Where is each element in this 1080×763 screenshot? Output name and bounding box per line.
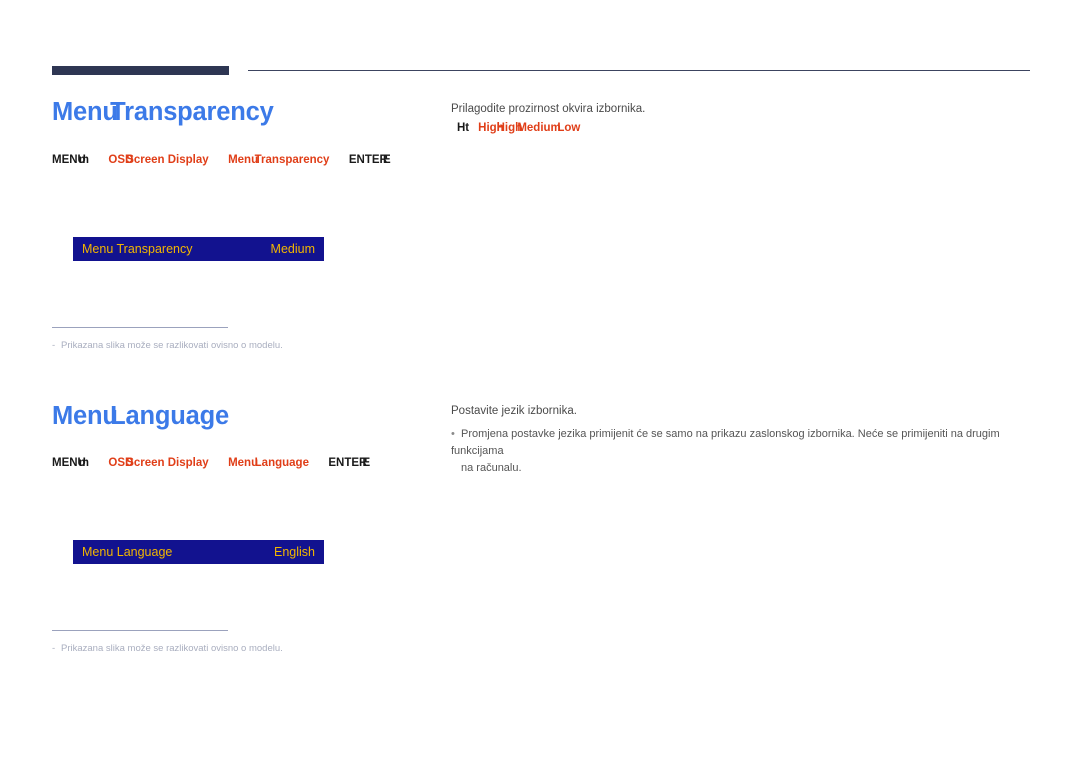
breadcrumb-path-transparency[interactable]: Transparency bbox=[255, 154, 330, 167]
breadcrumb-menu-key-icon: m bbox=[78, 457, 89, 469]
breadcrumb-menu-key-icon: m bbox=[78, 154, 89, 166]
breadcrumb-path-screen-display[interactable]: Screen Display bbox=[126, 154, 208, 167]
breadcrumb-path-language[interactable]: Language bbox=[255, 457, 309, 470]
section-title-part-b: Language bbox=[110, 402, 229, 430]
breadcrumb-menu-language: MENUm OSDScreen Display MenuLanguage ENT… bbox=[52, 457, 371, 470]
description-menu-transparency: Prilagodite prozirnost okvira izbornika. bbox=[451, 103, 646, 115]
osd-preview-menu-language: Menu Language English bbox=[73, 540, 324, 564]
section-title-part-b: Transparency bbox=[110, 98, 274, 126]
footnote-divider bbox=[52, 630, 228, 631]
breadcrumb-enter-key-icon: E bbox=[362, 457, 371, 469]
page-header-rule bbox=[0, 66, 1080, 78]
options-list-menu-transparency: Ht HighHighMediumLow bbox=[457, 122, 581, 135]
footnote-dash: - bbox=[52, 643, 56, 654]
breadcrumb-enter-label[interactable]: ENTER bbox=[328, 457, 367, 470]
breadcrumb-enter-key-icon: E bbox=[383, 154, 391, 166]
osd-item-label: Menu Language bbox=[82, 544, 173, 559]
note-line-1: Promjena postavke jezika primijenit će s… bbox=[451, 428, 1000, 458]
option-low: Low bbox=[557, 122, 581, 134]
footnote-menu-transparency: - Prikazana slika može se razlikovati ovi… bbox=[52, 341, 283, 351]
header-accent-bar bbox=[52, 66, 229, 75]
footnote-text: Prikazana slika može se razlikovati ovis… bbox=[61, 643, 283, 654]
section-title-part-a: Menu bbox=[52, 98, 118, 126]
section-title-part-a: Menu bbox=[52, 402, 118, 430]
options-marker: Ht bbox=[457, 122, 470, 134]
description-menu-language: Postavite jezik izbornika. bbox=[451, 405, 577, 417]
footnote-text: Prikazana slika može se razlikovati ovis… bbox=[61, 340, 283, 351]
section-title-menu-transparency: MenuTransparency bbox=[52, 98, 274, 126]
breadcrumb-path-menu[interactable]: Menu bbox=[228, 457, 258, 470]
osd-item-label: Menu Transparency bbox=[82, 241, 193, 256]
breadcrumb-menu-transparency: MENUm OSDScreen Display MenuTransparency… bbox=[52, 154, 391, 167]
footnote-dash: - bbox=[52, 340, 56, 351]
breadcrumb-enter-label[interactable]: ENTER bbox=[349, 154, 388, 167]
note-bullet: • bbox=[451, 428, 455, 440]
note-menu-language: • Promjena postavke jezika primijenit će … bbox=[451, 426, 1036, 477]
breadcrumb-path-menu[interactable]: Menu bbox=[228, 154, 258, 167]
osd-item-value: English bbox=[274, 544, 315, 559]
footnote-menu-language: - Prikazana slika može se razlikovati ovi… bbox=[52, 644, 283, 654]
breadcrumb-path-screen-display[interactable]: Screen Display bbox=[126, 457, 208, 470]
header-divider-line bbox=[248, 70, 1030, 71]
footnote-divider bbox=[52, 327, 228, 328]
osd-preview-menu-transparency: Menu Transparency Medium bbox=[73, 237, 324, 261]
section-title-menu-language: MenuLanguage bbox=[52, 402, 229, 430]
option-medium: Medium bbox=[517, 122, 561, 134]
note-line-2: na računalu. bbox=[461, 462, 522, 475]
osd-item-value: Medium bbox=[270, 241, 315, 256]
